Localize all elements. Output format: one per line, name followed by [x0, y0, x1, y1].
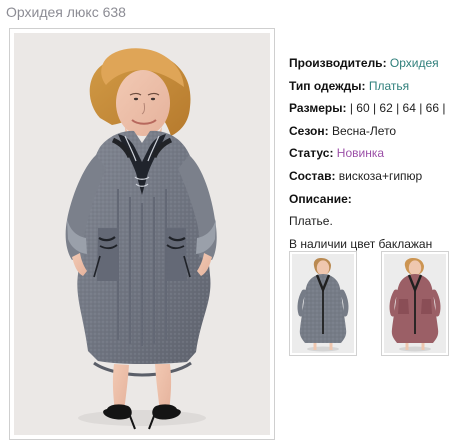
thumbnail-purple-dress-photo[interactable]: [384, 254, 446, 353]
main-product-photo-frame[interactable]: [9, 28, 275, 440]
description-line-1: Платье.: [289, 214, 333, 229]
status-label: Статус:: [289, 146, 334, 161]
main-product-photo[interactable]: [14, 33, 270, 435]
composition-value: вискоза+гипюр: [338, 168, 423, 183]
manufacturer-label: Производитель:: [289, 56, 387, 70]
season-label: Сезон:: [289, 123, 329, 138]
description-label: Описание:: [289, 191, 352, 206]
season-value: Весна-Лето: [331, 123, 397, 138]
composition-label: Состав:: [289, 168, 336, 183]
sizes-row: Размеры: | 60 | 62 | 64 | 66 |: [289, 97, 474, 120]
thumbnail-purple-dress[interactable]: [381, 251, 449, 356]
thumbnail-gray-dress[interactable]: [289, 251, 357, 356]
season-row: Сезон: Весна-Лето: [289, 120, 474, 143]
status-row: Статус: Новинка: [289, 142, 474, 165]
sizes-value: | 60 | 62 | 64 | 66 |: [349, 101, 446, 116]
clothing-type-label: Тип одежды:: [289, 78, 366, 93]
product-title: Орхидея люкс 638: [6, 4, 126, 20]
description-label-row: Описание:: [289, 188, 474, 211]
manufacturer-link[interactable]: Орхидея: [390, 56, 439, 70]
dress-thumbnail-purple-icon: [384, 254, 446, 353]
sizes-label: Размеры:: [289, 101, 347, 116]
clothing-type-row: Тип одежды: Платья: [289, 75, 474, 98]
composition-row: Состав: вискоза+гипюр: [289, 165, 474, 188]
clothing-type-link[interactable]: Платья: [369, 79, 409, 93]
manufacturer-row: Производитель: Орхидея: [289, 52, 474, 75]
dress-thumbnail-gray-icon: [292, 254, 354, 353]
thumbnail-gray-dress-photo[interactable]: [292, 254, 354, 353]
product-details: Производитель: Орхидея Тип одежды: Плать…: [289, 52, 474, 255]
model-in-gray-dress-icon: [14, 33, 270, 435]
status-link[interactable]: Новинка: [337, 146, 384, 160]
